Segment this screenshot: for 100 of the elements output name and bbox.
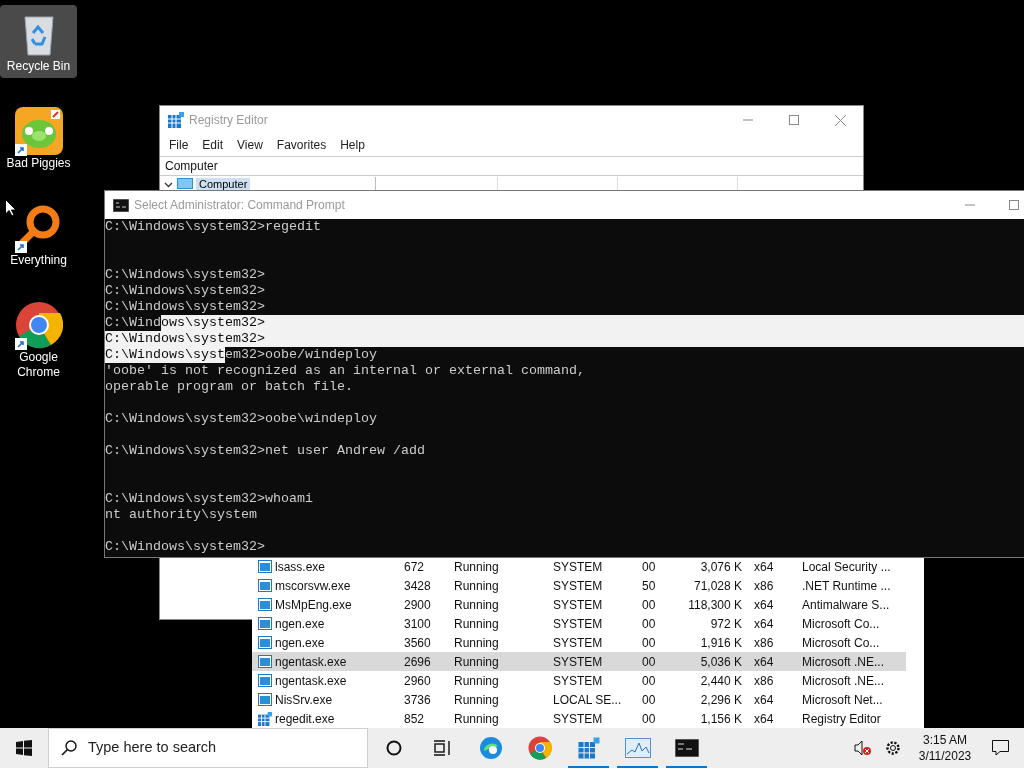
process-window-icon — [258, 560, 272, 573]
cortana-circle-icon[interactable] — [386, 740, 402, 756]
process-name: mscorsvw.exe — [275, 577, 351, 595]
process-row[interactable]: MsMpEng.exe 2900 Running SYSTEM 00 118,300 K x64 Antimalware S... — [252, 595, 906, 614]
performance-graph-icon[interactable] — [624, 738, 651, 758]
pid-cell-text: 3736 — [404, 691, 432, 709]
console-text: C:\Windows\system32>oobe\windeploy — [105, 411, 377, 427]
maximize-icon[interactable] — [789, 115, 799, 125]
pid-cell-text: 3560 — [404, 634, 432, 652]
process-window-icon — [258, 598, 272, 611]
desktop-icon[interactable]: Google Chrome — [0, 296, 77, 384]
desktop-icon[interactable]: Recycle Bin — [0, 5, 77, 78]
chrome-icon[interactable] — [527, 736, 552, 760]
user-cell-text: SYSTEM — [553, 577, 604, 595]
task-view-icon[interactable] — [433, 740, 451, 756]
memory-cell-text: 1,916 K — [700, 634, 742, 652]
user-cell-text: SYSTEM — [553, 596, 604, 614]
process-row[interactable]: NisSrv.exe 3736 Running LOCAL SE... 00 2,296 K x64 Microsoft Net... — [252, 690, 906, 709]
console-text: C:\Windows\system32> — [105, 267, 265, 283]
console-text: em32>oobe/windeploy — [225, 347, 377, 363]
process-name: regedit.exe — [275, 710, 335, 728]
console-text: C:\Windows\system32>regedit — [105, 219, 321, 235]
clock-time[interactable]: 3:15 AM — [923, 732, 967, 748]
search-placeholder: Type here to search — [88, 738, 217, 758]
computer-icon — [177, 177, 193, 191]
memory-cell-text: 1,156 K — [700, 710, 742, 728]
description-cell-text: Microsoft Net... — [802, 691, 883, 709]
console-icon[interactable] — [674, 739, 699, 757]
process-name: ngentask.exe — [275, 672, 347, 690]
cpu-cell-text: 00 — [642, 691, 657, 709]
registry-cubes-icon[interactable] — [576, 736, 601, 760]
status-cell-text: Running — [454, 691, 500, 709]
process-name: ngentask.exe — [275, 653, 347, 671]
console-text: C:\Wind — [105, 315, 161, 331]
pid-cell-text: 852 — [404, 710, 426, 728]
process-row[interactable]: regedit.exe 852 Running SYSTEM 00 1,156 K x64 Registry Editor — [252, 709, 906, 728]
pid-cell-text: 2900 — [404, 596, 432, 614]
console-text: C:\Windows\system32> — [105, 539, 265, 555]
user-cell-text: SYSTEM — [553, 615, 604, 633]
muted-speaker-icon[interactable] — [854, 740, 872, 756]
gear-icon[interactable] — [884, 739, 902, 757]
search-field[interactable]: Type here to search — [48, 728, 368, 768]
chrome-icon — [14, 301, 63, 349]
process-row[interactable]: ngen.exe 3100 Running SYSTEM 00 972 K x64 Microsoft Co... — [252, 614, 906, 633]
description-cell-text: Antimalware S... — [802, 596, 890, 614]
user-cell-text: SYSTEM — [553, 558, 604, 576]
memory-cell-text: 3,076 K — [700, 558, 742, 576]
memory-cell-text: 2,440 K — [700, 672, 742, 690]
memory-cell-text: 5,036 K — [700, 653, 742, 671]
address-bar[interactable]: Computer — [160, 156, 863, 176]
registry-cubes-icon — [168, 112, 184, 128]
platform-cell-text: x64 — [753, 710, 775, 728]
shortcut-arrow-icon — [14, 241, 27, 253]
status-cell-text: Running — [454, 710, 500, 728]
status-cell-text: Running — [454, 577, 500, 595]
process-row[interactable]: ngen.exe 3560 Running SYSTEM 00 1,916 K x86 Microsoft Co... — [252, 633, 906, 652]
process-window-icon — [258, 655, 272, 668]
pid-cell-text: 3100 — [404, 615, 432, 633]
console-text: nt authority\system — [105, 507, 257, 523]
status-cell-text: Running — [454, 596, 500, 614]
mouse-cursor-icon — [5, 199, 17, 217]
platform-cell-text: x86 — [753, 672, 775, 690]
memory-cell-text: 118,300 K — [688, 596, 742, 614]
process-row[interactable]: ngentask.exe 2696 Running SYSTEM 00 5,036 K x64 Microsoft .NE... — [252, 652, 906, 671]
process-window-icon — [258, 617, 272, 630]
pid-cell-text: 3428 — [404, 577, 432, 595]
process-row[interactable]: mscorsvw.exe 3428 Running SYSTEM 50 71,028 K x86 .NET Runtime ... — [252, 576, 906, 595]
platform-cell-text: x64 — [753, 596, 775, 614]
selected-console-text: C:\Windows\syst — [105, 347, 225, 363]
clock-date[interactable]: 3/11/2023 — [918, 748, 972, 764]
desktop-icon[interactable]: Bad Piggies — [0, 102, 77, 175]
window-title: Select Administrator: Command Prompt — [134, 197, 345, 214]
status-cell-text: Running — [454, 558, 500, 576]
process-name: MsMpEng.exe — [275, 596, 352, 614]
status-cell-text: Running — [454, 615, 500, 633]
menu-item[interactable]: File — [166, 136, 192, 154]
close-icon[interactable] — [834, 114, 846, 126]
edge-browser-icon[interactable] — [478, 736, 503, 760]
menu-item[interactable]: Edit — [199, 136, 227, 154]
process-row[interactable]: ngentask.exe 2960 Running SYSTEM 00 2,440 K x86 Microsoft .NE... — [252, 671, 906, 690]
description-cell-text: Registry Editor — [802, 710, 881, 728]
menu-item[interactable]: Favorites — [273, 136, 330, 154]
cpu-cell-text: 00 — [642, 596, 657, 614]
user-cell-text: SYSTEM — [553, 634, 604, 652]
maximize-icon[interactable] — [1008, 200, 1019, 210]
menu-item[interactable]: Help — [337, 136, 368, 154]
process-row[interactable]: lsass.exe 672 Running SYSTEM 00 3,076 K x64 Local Security ... — [252, 557, 906, 576]
window-title: Registry Editor — [189, 112, 268, 129]
desktop-icon[interactable]: Everything — [0, 199, 77, 272]
user-cell-text: SYSTEM — [553, 653, 604, 671]
cpu-cell-text: 00 — [642, 615, 657, 633]
platform-cell-text: x86 — [753, 577, 775, 595]
windows-start-icon[interactable] — [16, 740, 32, 756]
menu-item[interactable]: View — [234, 136, 266, 154]
tree-item[interactable]: Computer — [196, 178, 251, 190]
platform-cell-text: x64 — [753, 615, 775, 633]
platform-cell-text: x64 — [753, 558, 775, 576]
notification-icon[interactable] — [991, 740, 1009, 756]
selected-console-text: C:\Windows\system32> — [105, 331, 265, 347]
desktop-icon-label: Everything — [9, 253, 68, 268]
